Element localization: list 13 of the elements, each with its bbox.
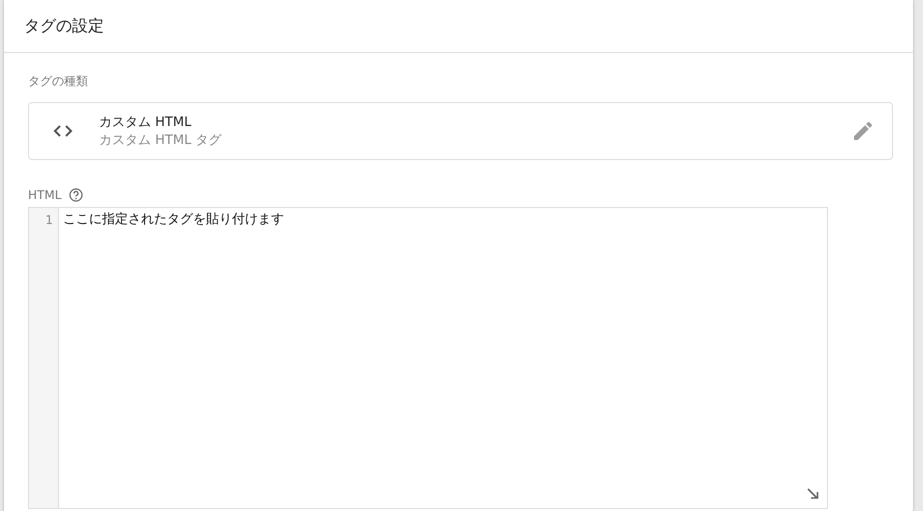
code-editor[interactable]: 1 ここに指定されたタグを貼り付けます bbox=[28, 207, 828, 509]
resize-handle-icon[interactable] bbox=[807, 488, 819, 500]
help-icon[interactable] bbox=[69, 188, 84, 202]
tag-type-name: カスタム HTML bbox=[99, 114, 192, 131]
line-number: 1 bbox=[45, 212, 53, 228]
code-icon bbox=[53, 125, 73, 137]
edit-icon[interactable] bbox=[854, 122, 872, 140]
code-line: ここに指定されたタグを貼り付けます bbox=[63, 212, 284, 228]
field-label: HTML bbox=[28, 188, 62, 202]
section-title: タグの設定 bbox=[24, 16, 104, 36]
tag-type-card[interactable]: カスタム HTML カスタム HTML タグ bbox=[28, 102, 893, 160]
tag-type-description: カスタム HTML タグ bbox=[99, 132, 222, 149]
field-label: タグの種類 bbox=[28, 73, 88, 90]
